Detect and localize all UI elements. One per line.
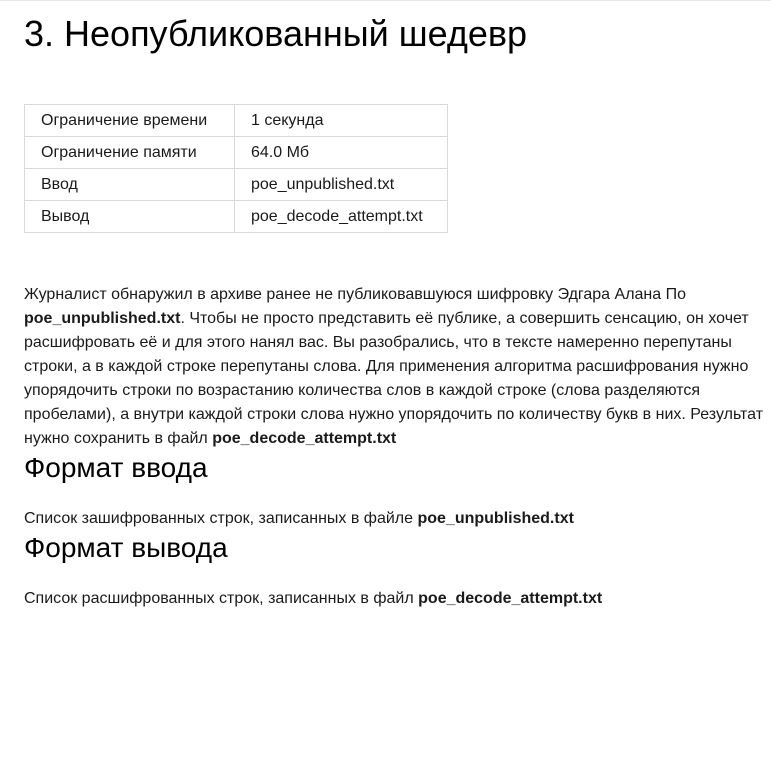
limit-value-output: poe_decode_attempt.txt [234,200,448,233]
statement-input-file: poe_unpublished.txt [24,310,181,327]
limit-value-time: 1 секунда [234,104,448,137]
problem-page: 3. Неопубликованный шедевр Ограничение в… [24,0,764,611]
input-format-title: Формат ввода [24,452,208,483]
input-format-file: poe_unpublished.txt [417,510,574,527]
problem-title: 3. Неопубликованный шедевр [24,13,528,54]
table-row: Ограничение времени 1 секунда [24,104,448,137]
table-row: Вывод poe_decode_attempt.txt [24,200,448,233]
limit-key-time: Ограничение времени [24,104,235,137]
limit-value-input: poe_unpublished.txt [234,168,448,201]
limit-key-memory: Ограничение памяти [24,136,235,169]
table-row: Ввод poe_unpublished.txt [24,168,448,201]
statement-text-2: . Чтобы не просто представить её публике… [24,310,764,447]
limit-key-output: Вывод [24,200,235,233]
limits-table: Ограничение времени 1 секунда Ограничени… [24,104,448,233]
problem-statement: Журналист обнаружил в архиве ранее не пу… [24,283,764,451]
output-format-file: poe_decode_attempt.txt [418,590,603,607]
output-format-title: Формат вывода [24,532,228,563]
output-format-description: Список расшифрованных строк, записанных … [24,590,419,607]
table-row: Ограничение памяти 64.0 Мб [24,136,448,169]
statement-output-file: poe_decode_attempt.txt [212,430,397,447]
limit-value-memory: 64.0 Мб [234,136,448,169]
statement-text-1: Журналист обнаружил в архиве ранее не пу… [24,286,687,303]
limit-key-input: Ввод [24,168,235,201]
output-format-text: Список расшифрованных строк, записанных … [24,587,764,611]
input-format-description: Список зашифрованных строк, записанных в… [24,510,418,527]
input-format-text: Список зашифрованных строк, записанных в… [24,507,764,531]
